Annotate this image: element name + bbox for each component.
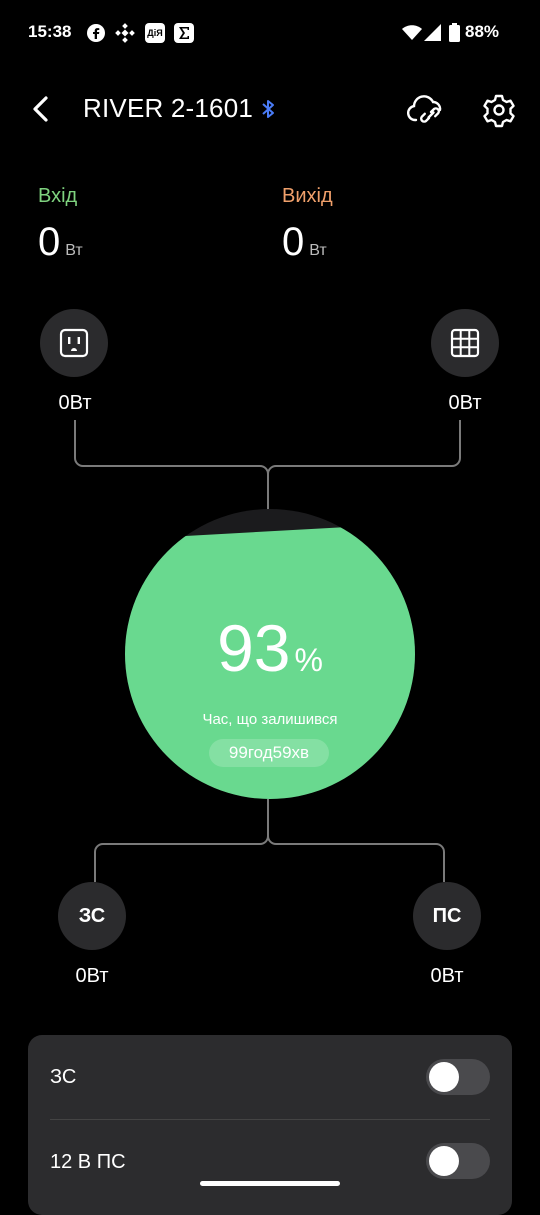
back-button[interactable] [26, 92, 60, 126]
dc-output-value: 0Вт [430, 965, 464, 987]
home-indicator[interactable] [200, 1181, 340, 1186]
ac-output-row-label: ЗС [50, 1066, 77, 1088]
output-value: 0 Вт [282, 220, 327, 264]
toggle-knob [429, 1146, 459, 1176]
solar-panel-icon [450, 328, 480, 358]
status-bar: 15:38 ДіЯ 88% [0, 0, 540, 68]
dc-output-port[interactable]: ПС [413, 882, 481, 950]
input-unit: Вт [65, 242, 83, 259]
ac-output-label: ЗС [78, 904, 106, 927]
battery-percent-status: 88% [465, 22, 500, 41]
solar-input-value: 0Вт [448, 392, 482, 414]
remaining-time-label: Час, що залишився [202, 711, 338, 728]
battery-status-icon [449, 23, 460, 42]
toggle-knob [429, 1062, 459, 1092]
facebook-icon [87, 24, 105, 42]
output-unit: Вт [309, 242, 327, 259]
ac-output-port[interactable]: ЗС [58, 882, 126, 950]
bluetooth-icon [262, 100, 274, 118]
input-label: Вхід [38, 185, 78, 207]
wifi-icon [402, 25, 422, 40]
ac-output-value: 0Вт [75, 965, 109, 987]
output-label: Вихід [282, 185, 333, 207]
output-toggles-panel: ЗС 12 В ПС [28, 1035, 512, 1215]
input-value: 0 Вт [38, 220, 83, 264]
chevron-left-icon [33, 96, 48, 122]
ac-input-value: 0Вт [58, 392, 92, 414]
solar-input-port[interactable] [431, 309, 499, 377]
gear-icon [483, 94, 515, 128]
device-title: RIVER 2-1601 [83, 93, 254, 123]
battery-percent: 93% [217, 611, 323, 685]
binance-icon [115, 23, 135, 43]
ac-output-toggle[interactable] [426, 1059, 490, 1095]
ac-outlet-icon [59, 328, 89, 358]
diia-app-icon: ДіЯ [145, 23, 165, 43]
status-time: 15:38 [28, 22, 72, 41]
signal-icon [424, 24, 441, 41]
remaining-time-value: 99год59хв [209, 739, 329, 767]
dc-output-row-label: 12 В ПС [50, 1151, 126, 1173]
ac-input-port[interactable] [40, 309, 108, 377]
divider [50, 1119, 490, 1120]
settings-button[interactable] [478, 89, 520, 131]
cloud-link-icon [406, 95, 442, 123]
dc-output-toggle[interactable] [426, 1143, 490, 1179]
cloud-connection-button[interactable] [404, 88, 446, 130]
sigma-app-icon [174, 23, 194, 43]
dc-output-label: ПС [432, 904, 462, 927]
